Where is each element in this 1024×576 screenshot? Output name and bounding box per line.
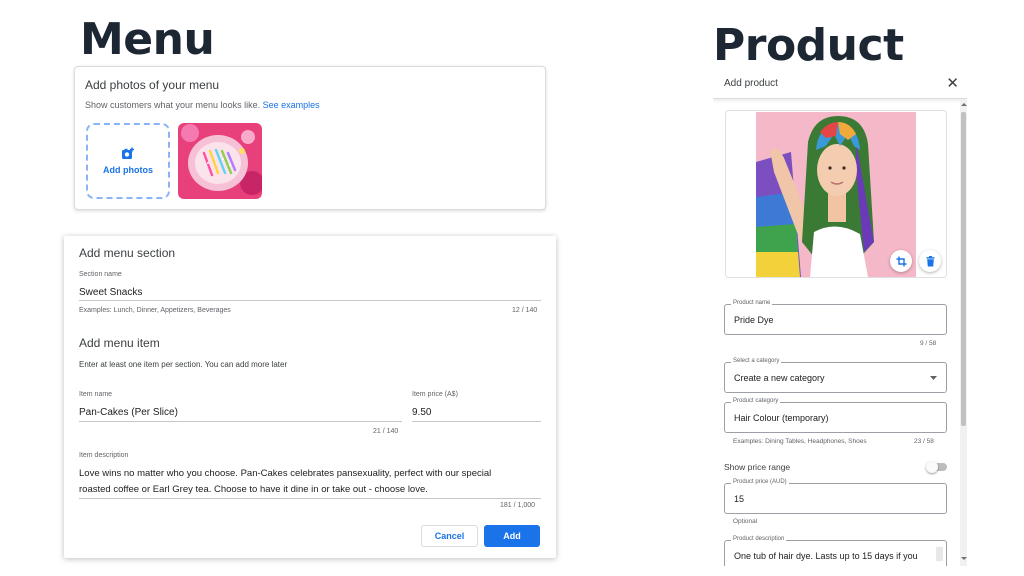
cancel-button[interactable]: Cancel: [421, 525, 478, 547]
product-price-field[interactable]: Product price (AUD) 15: [724, 479, 947, 514]
add-menu-section-dialog: Add menu section Section name Sweet Snac…: [64, 236, 556, 558]
show-price-range-label: Show price range: [724, 462, 791, 472]
product-image: [756, 112, 916, 277]
item-name-label: Item name: [79, 391, 113, 398]
add-product-header: Add product ✕: [713, 66, 967, 99]
section-name-underline: [79, 300, 541, 301]
scroll-down-icon[interactable]: [961, 556, 967, 561]
menu-photo-thumbnail[interactable]: [178, 123, 262, 199]
description-scrollbar[interactable]: [936, 547, 943, 561]
section-name-input[interactable]: Sweet Snacks: [79, 287, 142, 298]
photos-card-subtitle-text: Show customers what your menu looks like…: [85, 100, 261, 110]
product-description-value: One tub of hair dye. Lasts up to 15 days…: [734, 551, 918, 561]
item-name-count: 21 / 140: [373, 428, 399, 435]
section-name-label: Section name: [79, 271, 122, 278]
product-category-label: Product category: [731, 398, 781, 404]
add-photos-button[interactable]: Add photos: [86, 123, 170, 199]
product-image-frame: [725, 110, 947, 278]
product-heading: Product: [713, 20, 904, 71]
scroll-up-icon[interactable]: [961, 102, 967, 107]
item-description-label: Item description: [79, 452, 129, 459]
menu-section-title: Add menu section: [79, 246, 176, 260]
item-price-label: Item price (A$): [412, 391, 458, 398]
menu-heading: Menu: [80, 14, 215, 65]
photos-card-title: Add photos of your menu: [85, 78, 220, 92]
add-product-panel: Add product ✕ Product name Pride Dye 9 /…: [713, 66, 967, 566]
add-photos-card: Add photos of your menu Show customers w…: [74, 66, 546, 210]
product-name-field[interactable]: Product name Pride Dye: [724, 300, 947, 335]
dropdown-arrow-icon: [930, 376, 937, 380]
item-price-underline: [412, 421, 541, 422]
item-description-line-1: Love wins no matter who you choose. Pan-…: [79, 468, 492, 479]
category-select-label: Select a category: [731, 358, 782, 364]
item-description-line-2: roasted coffee or Earl Grey tea. Choose …: [79, 484, 428, 495]
item-name-input[interactable]: Pan-Cakes (Per Slice): [79, 407, 178, 418]
product-name-label: Product name: [731, 300, 773, 306]
product-category-field[interactable]: Product category Hair Colour (temporary): [724, 398, 947, 433]
product-category-hint: Examples: Dining Tables, Headphones, Sho…: [733, 438, 867, 445]
delete-image-button[interactable]: [919, 250, 941, 272]
item-name-underline: [79, 421, 402, 422]
close-icon[interactable]: ✕: [946, 74, 959, 92]
product-price-value: 15: [734, 494, 745, 504]
add-button[interactable]: Add: [484, 525, 540, 547]
photos-card-subtitle: Show customers what your menu looks like…: [85, 100, 320, 110]
trash-icon: [926, 255, 934, 266]
product-name-value: Pride Dye: [734, 315, 774, 325]
scrollbar-thumb[interactable]: [961, 112, 966, 426]
item-price-input[interactable]: 9.50: [412, 407, 431, 418]
category-select[interactable]: Select a category Create a new category: [724, 358, 947, 393]
product-category-count: 23 / 58: [914, 438, 934, 445]
add-photo-icon: [122, 147, 134, 159]
add-product-title: Add product: [724, 78, 778, 89]
section-name-count: 12 / 140: [512, 307, 538, 314]
add-photos-label: Add photos: [103, 165, 153, 175]
section-name-hint: Examples: Lunch, Dinner, Appetizers, Bev…: [79, 307, 231, 314]
menu-item-title: Add menu item: [79, 336, 160, 350]
menu-item-subtitle: Enter at least one item per section. You…: [79, 360, 288, 369]
product-description-field[interactable]: Product description One tub of hair dye.…: [724, 536, 947, 566]
item-description-count: 181 / 1,000: [500, 502, 536, 509]
product-description-label: Product description: [731, 536, 787, 542]
price-range-toggle-knob[interactable]: [926, 461, 938, 473]
crop-icon: [896, 256, 906, 266]
item-description-input[interactable]: Love wins no matter who you choose. Pan-…: [79, 466, 545, 498]
see-examples-link[interactable]: See examples: [263, 100, 320, 110]
product-name-count: 9 / 58: [920, 340, 937, 347]
product-category-value: Hair Colour (temporary): [734, 413, 829, 423]
category-select-value: Create a new category: [734, 373, 825, 383]
product-price-label: Product price (AUD): [731, 479, 789, 485]
crop-button[interactable]: [890, 250, 912, 272]
item-description-underline: [79, 498, 541, 499]
optional-label: Optional: [733, 518, 758, 525]
